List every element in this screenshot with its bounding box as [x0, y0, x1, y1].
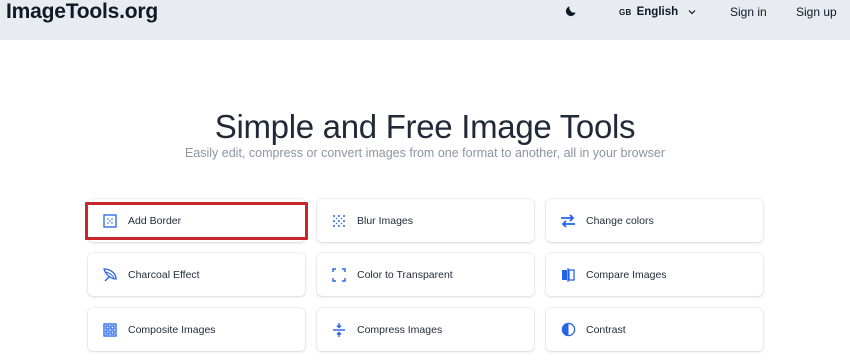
tool-label: Compare Images	[586, 268, 667, 281]
site-logo[interactable]: ImageTools.org	[6, 1, 158, 23]
tool-card-blur-images[interactable]: Blur Images	[317, 199, 534, 242]
tool-label: Add Border	[128, 214, 182, 227]
border-icon	[102, 213, 118, 229]
compress-icon	[331, 322, 347, 338]
sign-in-link[interactable]: Sign in	[730, 4, 767, 20]
charcoal-icon	[102, 267, 118, 283]
language-flag-code: GB	[619, 7, 632, 17]
tool-label: Contrast	[586, 323, 626, 336]
compare-icon	[560, 267, 576, 283]
tool-label: Color to Transparent	[357, 268, 453, 281]
composite-icon	[102, 322, 118, 338]
top-navigation-bar: ImageTools.org GB English Sign in Sign u…	[0, 0, 850, 40]
sign-up-link[interactable]: Sign up	[796, 4, 837, 20]
tool-label: Composite Images	[128, 323, 216, 336]
page-subtitle: Easily edit, compress or convert images …	[184, 146, 666, 160]
tool-card-charcoal-effect[interactable]: Charcoal Effect	[88, 253, 305, 296]
tool-card-compress-images[interactable]: Compress Images	[317, 308, 534, 351]
tool-card-change-colors[interactable]: Change colors	[546, 199, 763, 242]
language-label: English	[636, 6, 679, 18]
tool-card-contrast[interactable]: Contrast	[546, 308, 763, 351]
tool-card-add-border[interactable]: Add Border	[88, 199, 305, 242]
page-title: Simple and Free Image Tools	[214, 108, 636, 145]
moon-icon[interactable]	[564, 4, 578, 18]
tool-card-compare-images[interactable]: Compare Images	[546, 253, 763, 296]
swap-arrows-icon	[560, 213, 576, 229]
corners-icon	[331, 267, 347, 283]
blur-icon	[331, 213, 347, 229]
tool-label: Change colors	[586, 214, 654, 227]
tool-card-composite-images[interactable]: Composite Images	[88, 308, 305, 351]
tool-label: Blur Images	[357, 214, 414, 227]
tool-card-color-to-transparent[interactable]: Color to Transparent	[317, 253, 534, 296]
tool-label: Charcoal Effect	[128, 268, 200, 281]
tool-label: Compress Images	[357, 323, 443, 336]
language-selector[interactable]: GB English	[619, 4, 697, 20]
contrast-icon	[560, 322, 576, 338]
chevron-down-icon	[687, 7, 697, 17]
